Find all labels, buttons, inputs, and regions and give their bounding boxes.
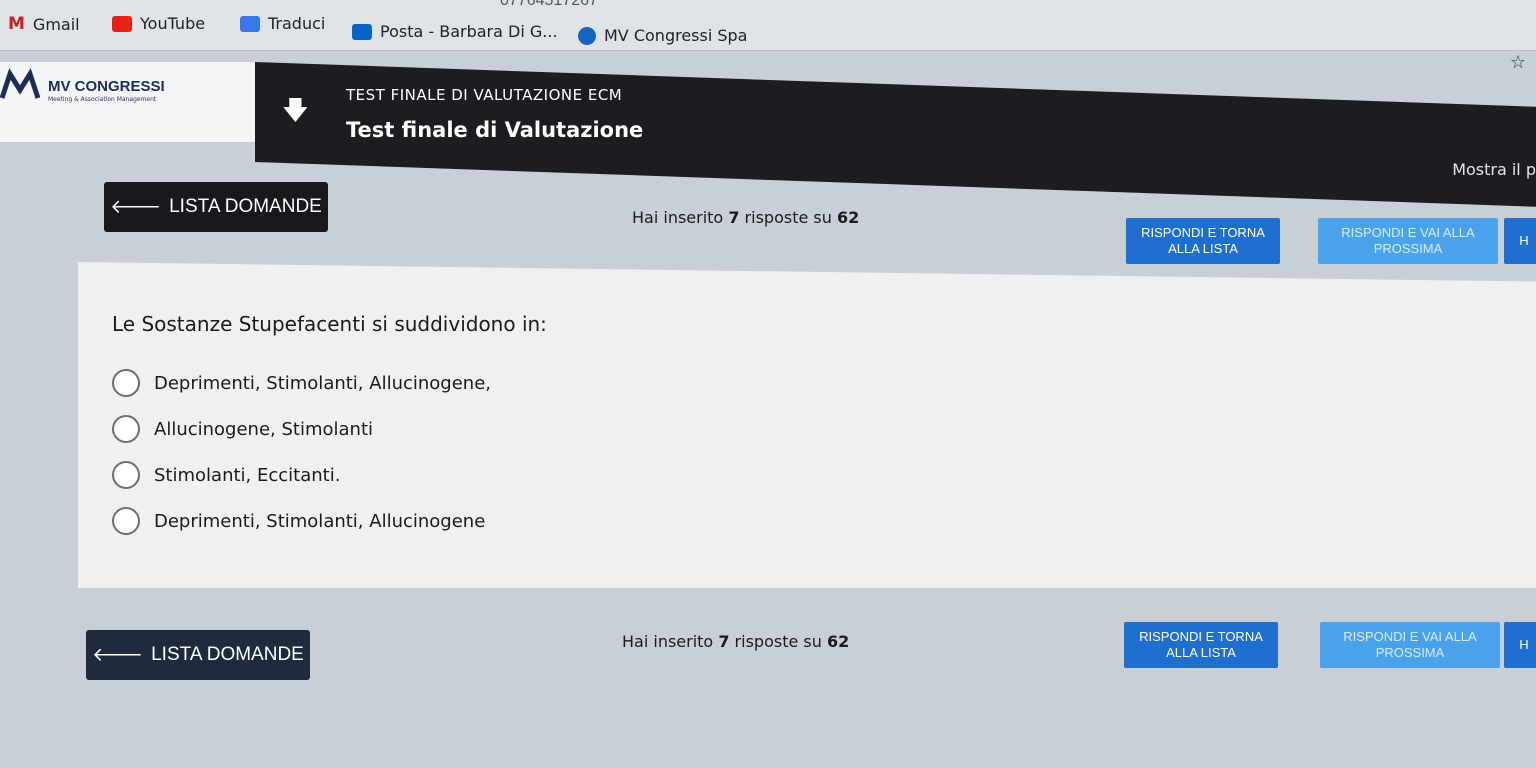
translate-icon <box>240 15 260 32</box>
bookmark-label: Traduci <box>268 14 326 33</box>
back-button-label: LISTA DOMANDE <box>151 644 304 665</box>
logo-title: MV CONGRESSI <box>48 78 165 95</box>
arrow-down-icon: 🡇 <box>282 96 309 126</box>
toolbar-bottom: 🡐 LISTA DOMANDE Hai inserito 7 risposte … <box>0 618 1536 680</box>
back-to-list-button[interactable]: 🡐 LISTA DOMANDE <box>104 182 328 232</box>
question-text: Le Sostanze Stupefacenti si suddividono … <box>112 312 547 336</box>
page-title: Test finale di Valutazione <box>346 118 644 142</box>
back-to-list-button[interactable]: 🡐 LISTA DOMANDE <box>86 630 310 680</box>
bookmark-translate[interactable]: Traduci <box>240 14 325 33</box>
count-total: 62 <box>826 632 850 651</box>
count-prefix: Hai inserito <box>632 208 724 227</box>
answer-and-next-button[interactable]: RISPONDI E VAI ALLA PROSSIMA <box>1320 622 1500 668</box>
extra-button[interactable]: H <box>1504 218 1536 264</box>
bookmarks-bar: 07764517267 M Gmail YouTube Traduci Post… <box>0 0 1536 51</box>
bookmark-label: Gmail <box>32 14 80 34</box>
answer-option-label: Deprimenti, Stimolanti, Allucinogene, <box>154 372 491 394</box>
logo-subtitle: Meeting & Association Management <box>48 96 157 103</box>
show-link[interactable]: Mostra il p <box>1452 160 1536 179</box>
logo-mark-icon <box>0 68 40 99</box>
answer-option-label: Deprimenti, Stimolanti, Allucinogene <box>154 510 486 532</box>
logo[interactable]: MV CONGRESSI Meeting & Association Manag… <box>0 62 255 142</box>
answer-and-back-button[interactable]: RISPONDI E TORNA ALLA LISTA <box>1124 622 1278 668</box>
count-value: 7 <box>728 208 740 227</box>
count-value: 7 <box>718 632 730 651</box>
answer-option-label: Allucinogene, Stimolanti <box>154 418 373 440</box>
bookmark-label: MV Congressi Spa <box>604 26 748 45</box>
answer-option[interactable]: Stimolanti, Eccitanti. <box>112 452 491 498</box>
answer-option[interactable]: Deprimenti, Stimolanti, Allucinogene <box>112 498 491 544</box>
arrow-left-icon: 🡐 <box>92 645 144 666</box>
url-fragment: 07764517267 <box>500 0 598 9</box>
answer-option[interactable]: Allucinogene, Stimolanti <box>112 406 491 452</box>
answer-count: Hai inserito 7 risposte su 62 <box>622 632 849 651</box>
course-tag: TEST FINALE DI VALUTAZIONE ECM <box>346 86 623 104</box>
mv-icon <box>578 26 596 45</box>
radio-button[interactable] <box>112 461 140 489</box>
bookmark-gmail[interactable]: M Gmail <box>8 14 80 34</box>
extra-button[interactable]: H <box>1504 622 1536 668</box>
site-header: MV CONGRESSI Meeting & Association Manag… <box>0 62 1536 207</box>
bookmark-mv-congressi[interactable]: MV Congressi Spa <box>578 26 747 45</box>
bookmark-posta[interactable]: Posta - Barbara Di G... <box>352 22 558 41</box>
outlook-icon <box>352 23 372 40</box>
bookmark-label: Posta - Barbara Di G... <box>380 22 558 41</box>
answer-and-next-button[interactable]: RISPONDI E VAI ALLA PROSSIMA <box>1318 218 1498 264</box>
count-middle: risposte su <box>744 208 832 227</box>
count-total: 62 <box>836 208 860 227</box>
bookmark-label: YouTube <box>140 14 206 33</box>
back-button-label: LISTA DOMANDE <box>169 196 322 217</box>
answer-and-back-button[interactable]: RISPONDI E TORNA ALLA LISTA <box>1126 218 1280 264</box>
gmail-icon: M <box>8 14 25 34</box>
count-prefix: Hai inserito <box>622 632 714 651</box>
arrow-left-icon: 🡐 <box>110 197 162 218</box>
answer-option[interactable]: Deprimenti, Stimolanti, Allucinogene, <box>112 360 491 406</box>
count-middle: risposte su <box>734 632 822 651</box>
bookmark-youtube[interactable]: YouTube <box>112 14 205 33</box>
toolbar-top: 🡐 LISTA DOMANDE Hai inserito 7 risposte … <box>0 178 1536 264</box>
answer-options: Deprimenti, Stimolanti, Allucinogene, Al… <box>112 360 491 544</box>
radio-button[interactable] <box>112 369 140 397</box>
answer-option-label: Stimolanti, Eccitanti. <box>154 464 341 486</box>
radio-button[interactable] <box>112 507 140 535</box>
answer-count: Hai inserito 7 risposte su 62 <box>632 208 859 227</box>
youtube-icon <box>112 15 132 32</box>
radio-button[interactable] <box>112 415 140 443</box>
